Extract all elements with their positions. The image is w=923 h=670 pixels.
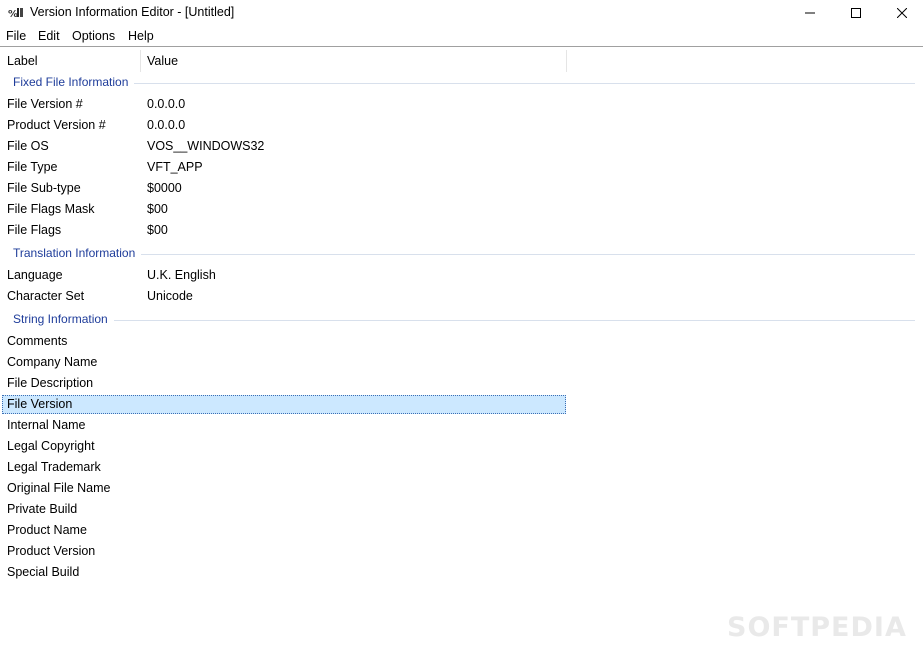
- menu-bar: File Edit Options Help: [0, 26, 923, 47]
- row-value: 0.0.0.0: [147, 97, 186, 111]
- row-label: Private Build: [7, 502, 78, 516]
- list-row-company-name[interactable]: Company Name: [2, 353, 566, 372]
- row-label: File Type: [7, 160, 58, 174]
- svg-text:%: %: [8, 9, 18, 19]
- list-row-private-build[interactable]: Private Build: [2, 500, 566, 519]
- column-divider[interactable]: [566, 50, 567, 72]
- row-label: Special Build: [7, 565, 80, 579]
- list-row-file-type[interactable]: File Type VFT_APP: [2, 158, 566, 177]
- maximize-button[interactable]: [833, 0, 879, 26]
- group-label: Fixed File Information: [13, 75, 135, 89]
- group-translation-information: Translation Information: [0, 244, 923, 264]
- group-divider: [13, 83, 915, 84]
- row-label: Character Set: [7, 289, 85, 303]
- maximize-icon: [851, 8, 861, 18]
- row-label: Product Version #: [7, 118, 106, 132]
- column-header-label[interactable]: Label: [7, 54, 38, 68]
- menu-help[interactable]: Help: [128, 29, 154, 43]
- minimize-button[interactable]: [787, 0, 833, 26]
- menu-file[interactable]: File: [6, 29, 26, 43]
- column-header-value[interactable]: Value: [147, 54, 178, 68]
- list-row-product-version-number[interactable]: Product Version # 0.0.0.0: [2, 116, 566, 135]
- row-value: U.K. English: [147, 268, 216, 282]
- list-row-file-flags[interactable]: File Flags $00: [2, 221, 566, 240]
- list-row-file-version-selected[interactable]: File Version: [2, 395, 566, 414]
- row-label: File Version: [7, 397, 73, 411]
- group-label: String Information: [13, 312, 114, 326]
- list-row-comments[interactable]: Comments: [2, 332, 566, 351]
- close-icon: [897, 8, 907, 18]
- list-row-file-description[interactable]: File Description: [2, 374, 566, 393]
- list-row-file-sub-type[interactable]: File Sub-type $0000: [2, 179, 566, 198]
- list-row-product-name[interactable]: Product Name: [2, 521, 566, 540]
- row-label: Company Name: [7, 355, 98, 369]
- menu-options[interactable]: Options: [72, 29, 115, 43]
- row-label: File Version #: [7, 97, 83, 111]
- group-fixed-file-information: Fixed File Information: [0, 73, 923, 93]
- list-row-special-build[interactable]: Special Build: [2, 563, 566, 582]
- row-label: Product Version: [7, 544, 96, 558]
- row-label: File Flags: [7, 223, 62, 237]
- group-string-information: String Information: [0, 310, 923, 330]
- version-info-list[interactable]: Label Value Fixed File Information File …: [0, 48, 923, 670]
- row-label: File Sub-type: [7, 181, 81, 195]
- row-label: Original File Name: [7, 481, 111, 495]
- row-label: File Flags Mask: [7, 202, 95, 216]
- row-label: Legal Trademark: [7, 460, 101, 474]
- list-row-language[interactable]: Language U.K. English: [2, 266, 566, 285]
- row-value: VOS__WINDOWS32: [147, 139, 265, 153]
- title-bar: % Version Information Editor - [Untitled…: [0, 0, 923, 26]
- row-label: File Description: [7, 376, 94, 390]
- row-value: Unicode: [147, 289, 193, 303]
- row-value: VFT_APP: [147, 160, 203, 174]
- row-label: Legal Copyright: [7, 439, 95, 453]
- close-button[interactable]: [879, 0, 923, 26]
- list-row-file-os[interactable]: File OS VOS__WINDOWS32: [2, 137, 566, 156]
- row-value: 0.0.0.0: [147, 118, 186, 132]
- column-divider[interactable]: [140, 50, 141, 72]
- group-divider: [13, 254, 915, 255]
- row-label: Internal Name: [7, 418, 86, 432]
- app-icon: %: [8, 6, 24, 20]
- row-label: File OS: [7, 139, 49, 153]
- row-label: Language: [7, 268, 63, 282]
- list-row-file-version-number[interactable]: File Version # 0.0.0.0: [2, 95, 566, 114]
- softpedia-watermark: SOFTPEDIA: [727, 612, 907, 643]
- list-row-product-version[interactable]: Product Version: [2, 542, 566, 561]
- list-row-file-flags-mask[interactable]: File Flags Mask $00: [2, 200, 566, 219]
- row-value: $0000: [147, 181, 182, 195]
- column-header: Label Value: [0, 48, 923, 74]
- list-row-internal-name[interactable]: Internal Name: [2, 416, 566, 435]
- menu-edit[interactable]: Edit: [38, 29, 60, 43]
- row-value: $00: [147, 223, 168, 237]
- row-value: $00: [147, 202, 168, 216]
- minimize-icon: [805, 12, 815, 14]
- list-row-character-set[interactable]: Character Set Unicode: [2, 287, 566, 306]
- group-divider: [13, 320, 915, 321]
- row-label: Comments: [7, 334, 68, 348]
- window-title: Version Information Editor - [Untitled]: [30, 5, 235, 19]
- row-label: Product Name: [7, 523, 87, 537]
- list-row-original-file-name[interactable]: Original File Name: [2, 479, 566, 498]
- group-label: Translation Information: [13, 246, 142, 260]
- list-row-legal-trademark[interactable]: Legal Trademark: [2, 458, 566, 477]
- list-row-legal-copyright[interactable]: Legal Copyright: [2, 437, 566, 456]
